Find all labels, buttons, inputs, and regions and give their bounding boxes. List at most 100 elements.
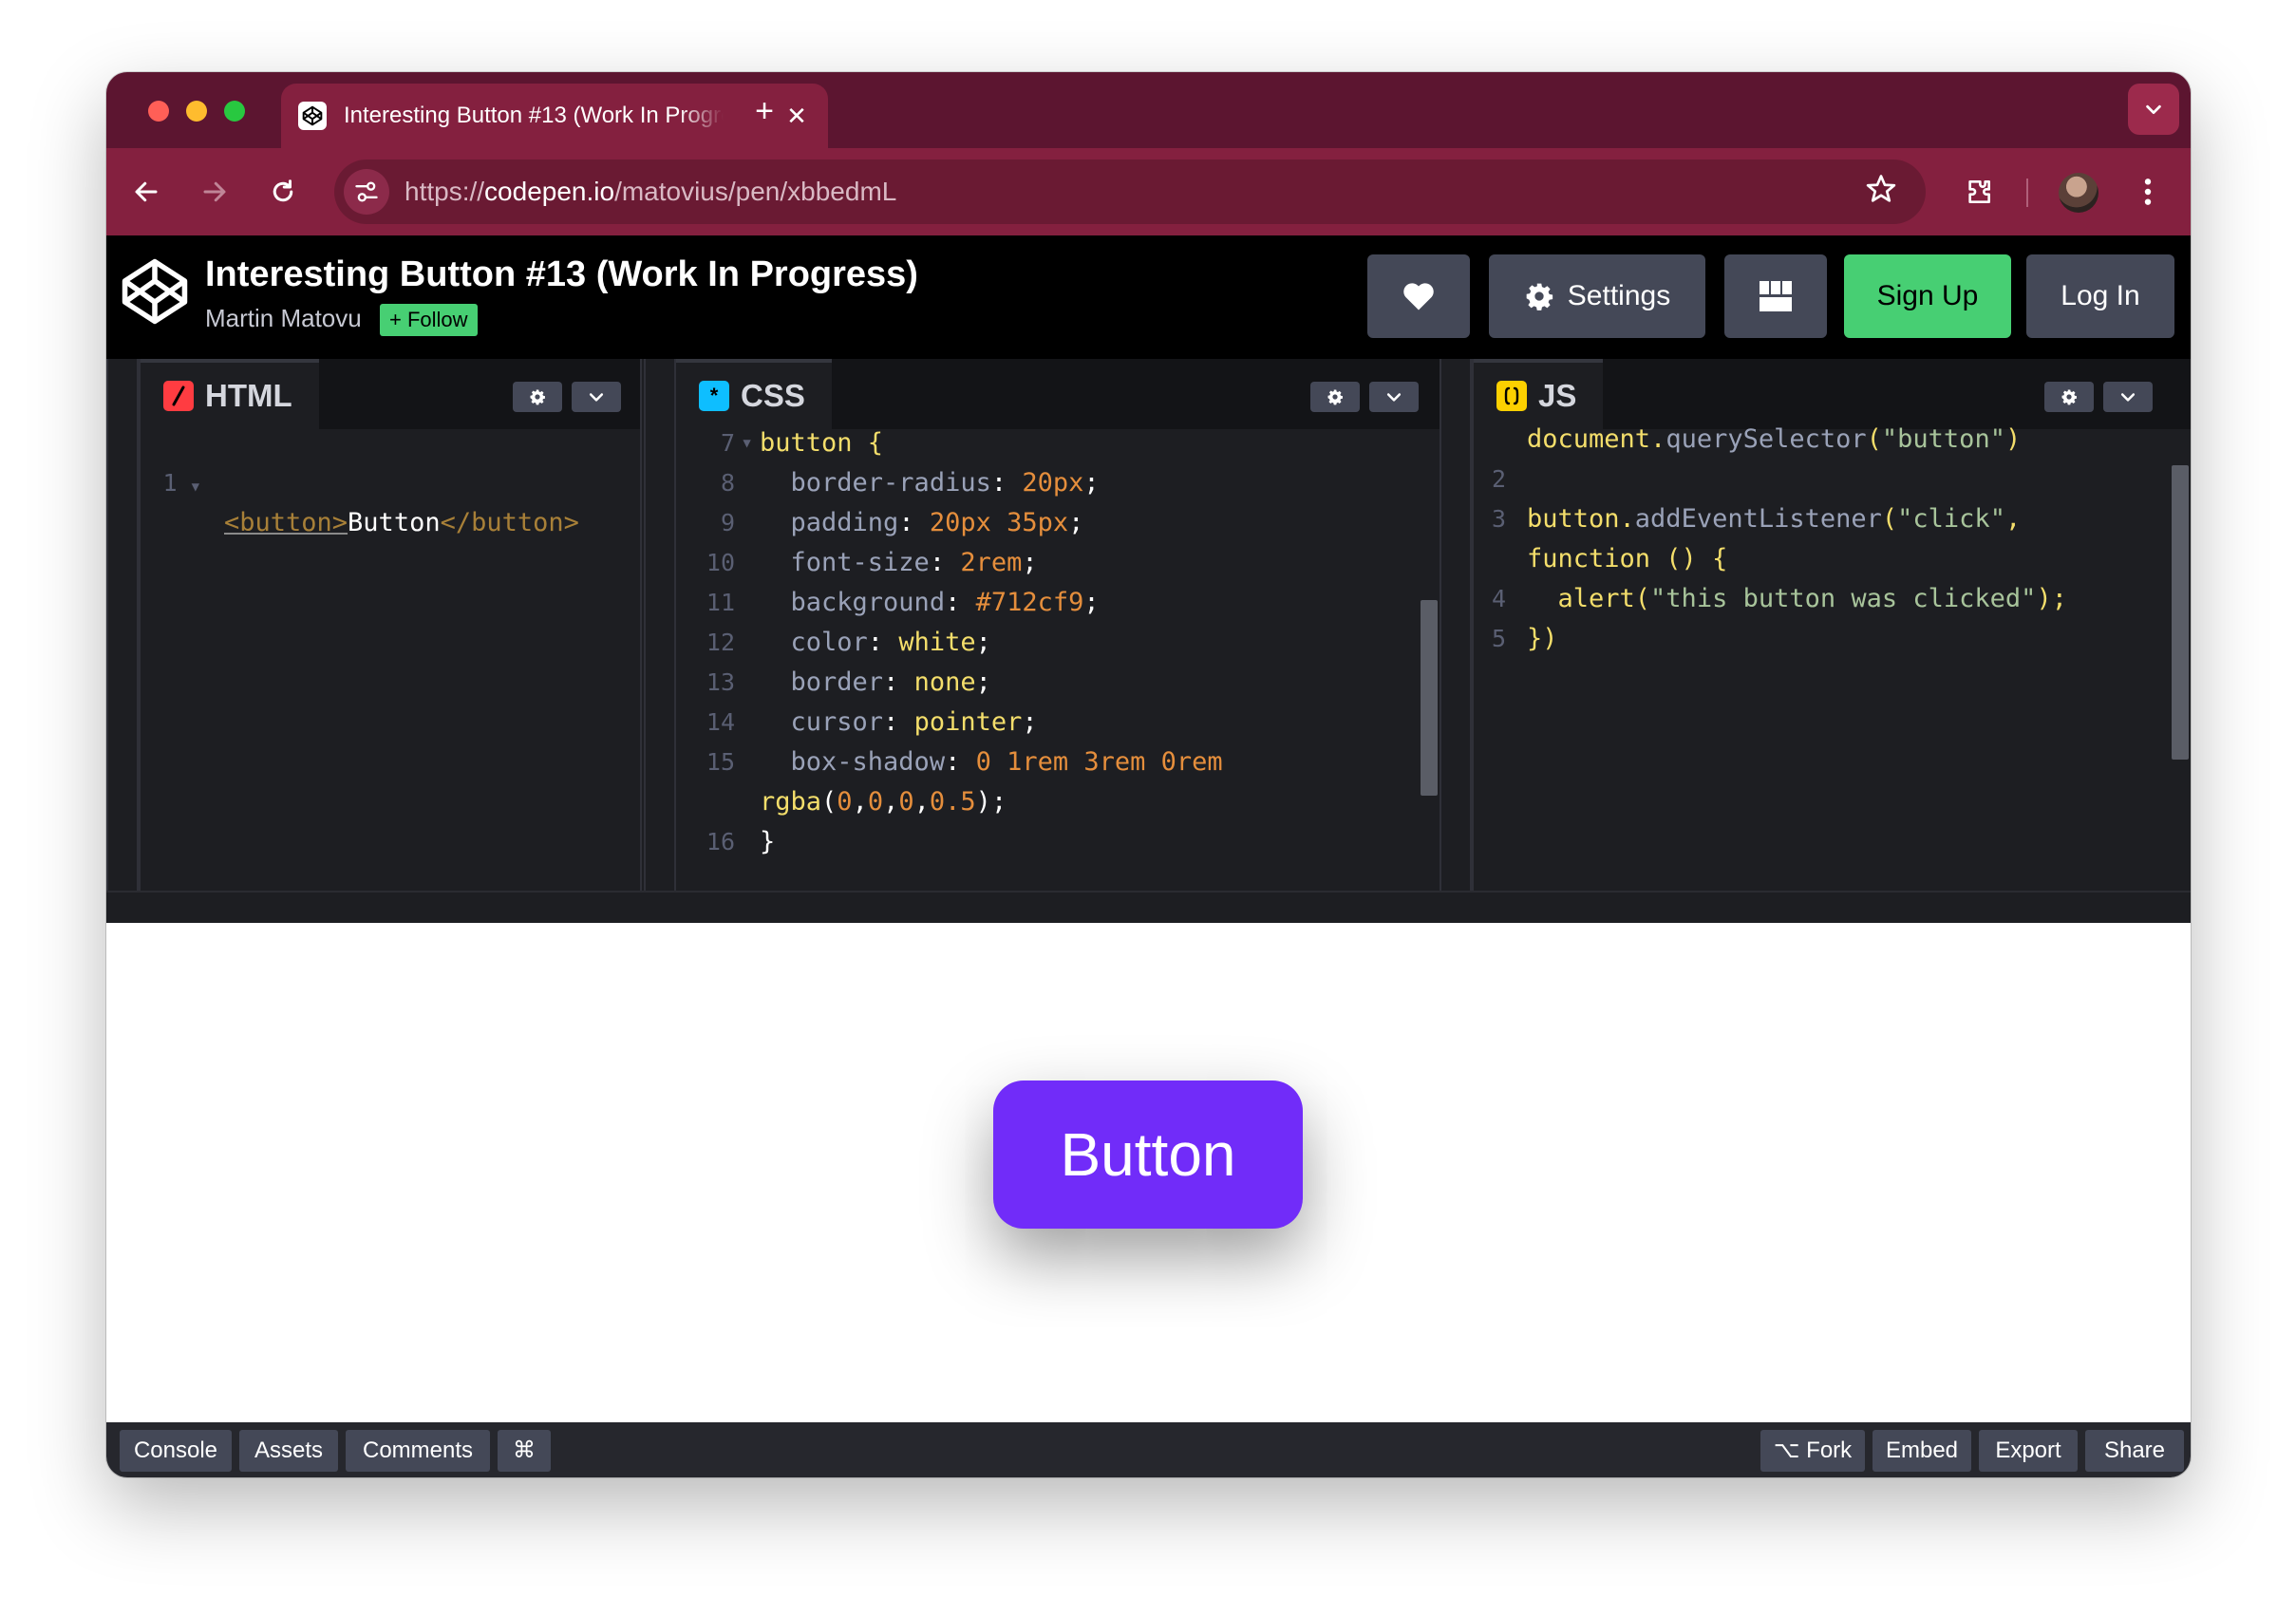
js-code[interactable]: document.querySelector("button") 2 3 button…: [1474, 420, 2191, 659]
minimize-window-button[interactable]: [186, 101, 207, 122]
html-editor-tab: HTML: [141, 359, 319, 429]
embed-button[interactable]: Embed: [1873, 1430, 1971, 1472]
maximize-window-button[interactable]: [224, 101, 245, 122]
site-info-icon[interactable]: [344, 169, 389, 215]
follow-button[interactable]: + Follow: [380, 304, 478, 336]
code-line: 8 border-radius: 20px;: [676, 463, 1440, 503]
code-line: 11 background: #712cf9;: [676, 583, 1440, 623]
js-settings-button[interactable]: [2044, 382, 2094, 412]
css-settings-button[interactable]: [1310, 382, 1360, 412]
css-value: pointer: [913, 707, 1023, 737]
arrow-left-icon: [135, 181, 158, 202]
assets-button[interactable]: Assets: [239, 1430, 338, 1472]
extensions-button[interactable]: [1954, 167, 2004, 216]
pen-author-link[interactable]: Martin Matovu: [205, 304, 362, 333]
editor-resize-handle[interactable]: [644, 359, 676, 891]
settings-button[interactable]: Settings: [1489, 254, 1705, 338]
css-collapse-button[interactable]: [1369, 382, 1419, 412]
keyboard-shortcuts-button[interactable]: ⌘: [498, 1430, 551, 1472]
forward-button[interactable]: [190, 167, 239, 216]
reload-button[interactable]: [258, 167, 308, 216]
profile-avatar[interactable]: [2059, 173, 2098, 213]
like-button[interactable]: [1367, 254, 1470, 338]
codepen-logo-icon[interactable]: [120, 256, 190, 331]
back-button[interactable]: [122, 167, 171, 216]
browser-menu-button[interactable]: [2123, 167, 2173, 216]
code-text: padding: 20px 35px;: [760, 503, 1084, 543]
html-settings-button[interactable]: [513, 382, 562, 412]
console-button[interactable]: Console: [120, 1430, 232, 1472]
js-braces-icon: [1496, 381, 1527, 411]
gear-icon: [530, 389, 545, 405]
code-line: 3 button.addEventListener("click",: [1474, 499, 2191, 539]
toolbar-separator: [2026, 179, 2028, 207]
js-editor-title: JS: [1538, 378, 1577, 413]
arrow-right-icon: [203, 181, 226, 202]
fork-icon: ⌥: [1773, 1437, 1800, 1463]
settings-label: Settings: [1567, 280, 1671, 311]
css-scrollbar[interactable]: [1421, 600, 1438, 796]
tab-search-button[interactable]: [2128, 84, 2179, 135]
comments-button[interactable]: Comments: [346, 1430, 490, 1472]
code-token: </button>: [440, 508, 579, 537]
codepen-favicon-icon: [298, 102, 327, 130]
new-tab-button[interactable]: +: [743, 89, 786, 133]
html-editor-header: HTML: [141, 359, 640, 429]
js-collapse-button[interactable]: [2103, 382, 2153, 412]
editor-resize-handle[interactable]: [1440, 359, 1472, 891]
code-line: rgba(0,0,0,0.5);: [676, 782, 1440, 822]
close-tab-icon[interactable]: ✕: [782, 102, 811, 131]
code-line: 14 cursor: pointer;: [676, 703, 1440, 742]
tab-title: Interesting Button #13 (Work In Progress…: [344, 103, 724, 128]
line-number: 4: [1491, 585, 1506, 612]
fold-arrow-icon[interactable]: ▼: [735, 423, 750, 463]
code-text: border-radius: 20px;: [760, 463, 1100, 503]
heart-icon: [1403, 283, 1434, 310]
code-text: background: #712cf9;: [760, 583, 1100, 623]
code-line: 5}): [1474, 619, 2191, 659]
line-number: 3: [1491, 505, 1506, 533]
css-value: #712cf9: [975, 588, 1084, 617]
js-scrollbar[interactable]: [2172, 465, 2189, 760]
code-line: 15 box-shadow: 0 1rem 3rem 0rem: [676, 742, 1440, 782]
js-editor-tab: JS: [1474, 359, 1604, 429]
line-number: 13: [706, 668, 735, 696]
fork-button[interactable]: ⌥ Fork: [1760, 1430, 1865, 1472]
code-token: button {: [760, 428, 884, 458]
demo-button[interactable]: Button: [993, 1080, 1303, 1229]
gear-icon: [1327, 389, 1343, 405]
css-property: font-size: [790, 548, 930, 577]
css-editor-pane: * CSS 7 ▼ button {8 border-radius: 20px; 9…: [676, 359, 1440, 891]
address-bar[interactable]: https://codepen.io/matovius/pen/xbbedmL: [334, 160, 1926, 224]
export-button[interactable]: Export: [1979, 1430, 2078, 1472]
close-window-button[interactable]: [148, 101, 169, 122]
codepen-header: Interesting Button #13 (Work In Progress…: [106, 235, 2191, 359]
line-number: 10: [706, 549, 735, 576]
chevron-down-icon: [1386, 393, 1402, 402]
html-code[interactable]: 1 ▼ <button>Button</button>: [141, 423, 640, 537]
js-editor-header: JS: [1474, 359, 2191, 429]
css-code[interactable]: 7 ▼ button {8 border-radius: 20px; 9 paddi…: [676, 423, 1440, 862]
code-text: alert("this button was clicked");: [1527, 584, 2067, 613]
log-in-button[interactable]: Log In: [2026, 254, 2174, 338]
preview-resize-handle[interactable]: [106, 891, 2191, 923]
html-collapse-button[interactable]: [572, 382, 621, 412]
css-value: none: [913, 667, 976, 697]
line-number: 14: [706, 708, 735, 736]
sign-up-button[interactable]: Sign Up: [1844, 254, 2011, 338]
chevron-down-icon: [2120, 393, 2136, 402]
code-line: 10 font-size: 2rem;: [676, 543, 1440, 583]
change-view-button[interactable]: [1724, 254, 1827, 338]
code-text: color: white;: [760, 623, 991, 663]
code-text: box-shadow: 0 1rem 3rem 0rem: [760, 742, 1223, 782]
code-text: rgba(0,0,0,0.5);: [760, 782, 1007, 822]
share-button[interactable]: Share: [2085, 1430, 2184, 1472]
editor-resize-handle-left[interactable]: [106, 359, 139, 891]
bookmark-star-icon[interactable]: [1865, 173, 1897, 210]
fork-label: Fork: [1806, 1437, 1853, 1463]
